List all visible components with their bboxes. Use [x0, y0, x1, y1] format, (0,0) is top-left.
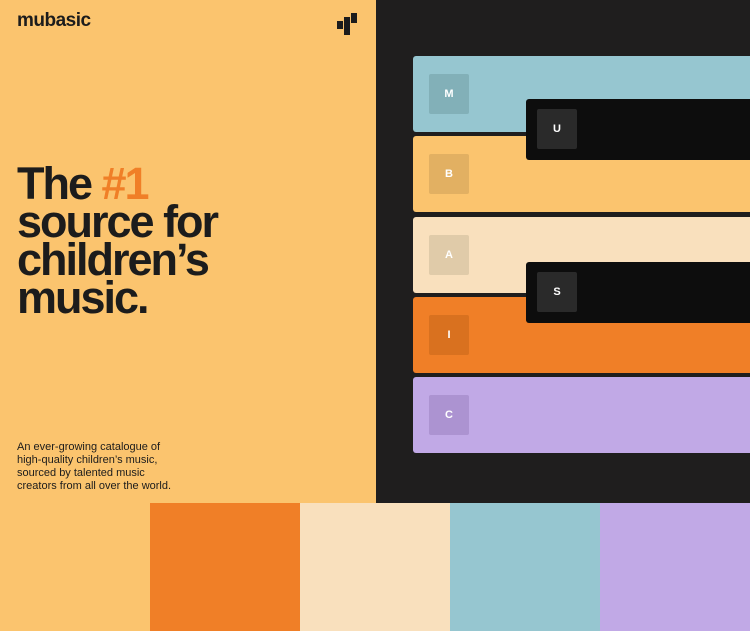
key-letter-u: U: [537, 109, 577, 149]
key-letter-s: S: [537, 272, 577, 312]
black-key-u[interactable]: U: [526, 99, 750, 160]
hero-headline: The #1 source for children’s music.: [17, 161, 367, 320]
swatch-blue: [450, 503, 600, 631]
mubasic-blocks-logo-icon[interactable]: [337, 13, 357, 35]
key-letter-b: B: [429, 154, 469, 194]
black-key-s[interactable]: S: [526, 262, 750, 323]
key-letter-m: M: [429, 74, 469, 114]
hero-description: An ever-growing catalogue of high-qualit…: [17, 441, 172, 492]
swatch-lavender: [600, 503, 750, 631]
swatch-cream: [300, 503, 450, 631]
key-letter-i: I: [429, 315, 469, 355]
brand-logo[interactable]: mubasic: [17, 10, 91, 32]
swatch-yellow: [0, 503, 150, 631]
swatch-orange: [150, 503, 300, 631]
key-letter-a: A: [429, 235, 469, 275]
piano-key-c[interactable]: C: [413, 377, 750, 453]
key-letter-c: C: [429, 395, 469, 435]
headline-line-4: music.: [17, 272, 150, 323]
